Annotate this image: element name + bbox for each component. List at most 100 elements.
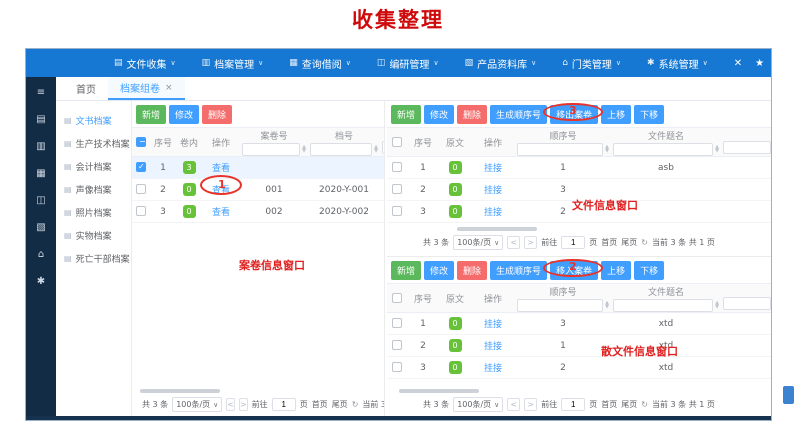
delete-button[interactable]: 删除	[457, 105, 487, 124]
select-all-checkbox[interactable]	[136, 137, 146, 147]
add-button[interactable]: 新增	[136, 105, 166, 124]
attach-link[interactable]: 挂接	[484, 364, 502, 374]
edit-button[interactable]: 修改	[424, 261, 454, 280]
nav-menu-category-mgmt[interactable]: ⌂ 门类管理 ∨	[562, 56, 621, 71]
page-number-input[interactable]	[561, 398, 585, 411]
close-icon[interactable]: ×	[165, 83, 173, 93]
page-number-input[interactable]	[272, 398, 296, 411]
page-size-select[interactable]: 100条/页∨	[453, 397, 503, 412]
refresh-icon[interactable]: ↻	[641, 238, 648, 247]
nav-menu-archive-mgmt[interactable]: ▥ 档案管理 ∨	[202, 56, 264, 71]
move-down-button[interactable]: 下移	[634, 261, 664, 280]
doc-title-filter-input[interactable]	[613, 299, 713, 312]
next-page-button[interactable]: >	[524, 398, 537, 411]
move-out-volume-button[interactable]: 移出案卷	[550, 105, 598, 124]
library-icon[interactable]: ▧	[36, 222, 45, 233]
edit-button[interactable]: 修改	[424, 105, 454, 124]
horizontal-scrollbar[interactable]	[140, 389, 220, 393]
archive-no-filter-input[interactable]	[310, 143, 372, 156]
prev-page-button[interactable]: <	[226, 398, 235, 411]
star-icon[interactable]: ★	[755, 58, 764, 69]
table-row[interactable]: 1 0 挂接 1 asb	[387, 157, 771, 179]
view-link[interactable]: 查看	[212, 208, 230, 218]
row-checkbox[interactable]	[136, 184, 146, 194]
attach-link[interactable]: 挂接	[484, 208, 502, 218]
next-page-button[interactable]: >	[239, 398, 248, 411]
nav-menu-product-library[interactable]: ▧ 产品资料库 ∨	[465, 56, 537, 71]
prev-page-button[interactable]: <	[507, 398, 520, 411]
attach-link[interactable]: 挂接	[484, 342, 502, 352]
row-checkbox[interactable]	[136, 162, 146, 172]
tab-home[interactable]: 首页	[64, 77, 108, 100]
move-up-button[interactable]: 上移	[601, 261, 631, 280]
document-icon[interactable]: ▤	[36, 114, 45, 125]
edit-button[interactable]: 修改	[169, 105, 199, 124]
generate-order-button[interactable]: 生成顺序号	[490, 261, 547, 280]
doc-title-filter-input[interactable]	[613, 143, 713, 156]
extra-filter-input[interactable]	[723, 297, 771, 310]
gear-icon[interactable]: ✱	[37, 276, 45, 287]
tree-item-physical[interactable]: ▤ 实物档案	[62, 224, 131, 247]
move-down-button[interactable]: 下移	[634, 105, 664, 124]
table-row[interactable]: 1 0 挂接 3 xtd	[387, 313, 771, 335]
sort-icon[interactable]: ▲▼	[374, 145, 378, 153]
refresh-icon[interactable]: ↻	[641, 400, 648, 409]
delete-button[interactable]: 删除	[202, 105, 232, 124]
extra-filter-input[interactable]	[723, 141, 771, 154]
folder-icon[interactable]: ▥	[36, 141, 45, 152]
sort-icon[interactable]: ▲▼	[715, 145, 719, 153]
row-checkbox[interactable]	[392, 206, 402, 216]
horizontal-scrollbar[interactable]	[399, 389, 479, 393]
view-link[interactable]: 查看	[212, 164, 230, 174]
nav-menu-system-mgmt[interactable]: ✱ 系统管理 ∨	[647, 56, 708, 71]
add-button[interactable]: 新增	[391, 261, 421, 280]
move-up-button[interactable]: 上移	[601, 105, 631, 124]
add-button[interactable]: 新增	[391, 105, 421, 124]
last-page-link[interactable]: 尾页	[621, 399, 637, 410]
row-checkbox[interactable]	[392, 162, 402, 172]
attach-link[interactable]: 挂接	[484, 164, 502, 174]
first-page-link[interactable]: 首页	[601, 237, 617, 248]
last-page-link[interactable]: 尾页	[621, 237, 637, 248]
tree-item-photo[interactable]: ▤ 照片档案	[62, 201, 131, 224]
row-checkbox[interactable]	[136, 206, 146, 216]
table-row[interactable]: 2 0 挂接 1 xtd	[387, 335, 771, 357]
book-icon[interactable]: ▦	[36, 168, 45, 179]
move-into-volume-button[interactable]: 移入案卷	[550, 261, 598, 280]
category-icon[interactable]: ⌂	[38, 249, 44, 260]
page-size-select[interactable]: 100条/页∨	[172, 397, 222, 412]
page-size-select[interactable]: 100条/页∨	[453, 235, 503, 250]
tab-archive-grouping[interactable]: 档案组卷 ×	[108, 77, 185, 100]
table-row[interactable]: 2 0 挂接 3	[387, 179, 771, 201]
row-checkbox[interactable]	[392, 184, 402, 194]
sort-icon[interactable]: ▲▼	[715, 301, 719, 309]
first-page-link[interactable]: 首页	[601, 399, 617, 410]
table-row[interactable]: 3 0 查看 002 2020-Y-002	[132, 201, 384, 223]
order-no-filter-input[interactable]	[517, 299, 603, 312]
table-row[interactable]: 2 0 查看 001 2020-Y-001	[132, 179, 384, 201]
page-scrollbar[interactable]	[783, 386, 794, 404]
select-all-checkbox[interactable]	[392, 137, 402, 147]
tree-item-audio-visual[interactable]: ▤ 声像档案	[62, 178, 131, 201]
nav-menu-file-collect[interactable]: ▤ 文件收集 ∨	[114, 56, 176, 71]
extra-filter-input[interactable]	[382, 141, 384, 154]
nav-menu-research-mgmt[interactable]: ◫ 编研管理 ∨	[377, 56, 439, 71]
tree-item-accounting[interactable]: ▤ 会计档案	[62, 155, 131, 178]
row-checkbox[interactable]	[392, 318, 402, 328]
sort-icon[interactable]: ▲▼	[302, 145, 306, 153]
sort-icon[interactable]: ▲▼	[605, 301, 609, 309]
row-checkbox[interactable]	[392, 362, 402, 372]
last-page-link[interactable]: 尾页	[332, 399, 348, 410]
table-row[interactable]: 3 0 挂接 2 xtd	[387, 357, 771, 379]
hamburger-icon[interactable]: ≡	[37, 87, 45, 98]
bookmark-icon[interactable]: ◫	[36, 195, 45, 206]
case-no-filter-input[interactable]	[242, 143, 300, 156]
table-row[interactable]: 3 0 挂接 2	[387, 201, 771, 223]
next-page-button[interactable]: >	[524, 236, 537, 249]
horizontal-scrollbar[interactable]	[457, 227, 537, 231]
prev-page-button[interactable]: <	[507, 236, 520, 249]
tree-item-production-tech[interactable]: ▤ 生产技术档案	[62, 132, 131, 155]
table-row[interactable]: 1 3 查看	[132, 157, 384, 179]
nav-menu-query-borrow[interactable]: ▦ 查询借阅 ∨	[289, 56, 351, 71]
select-all-checkbox[interactable]	[392, 293, 402, 303]
